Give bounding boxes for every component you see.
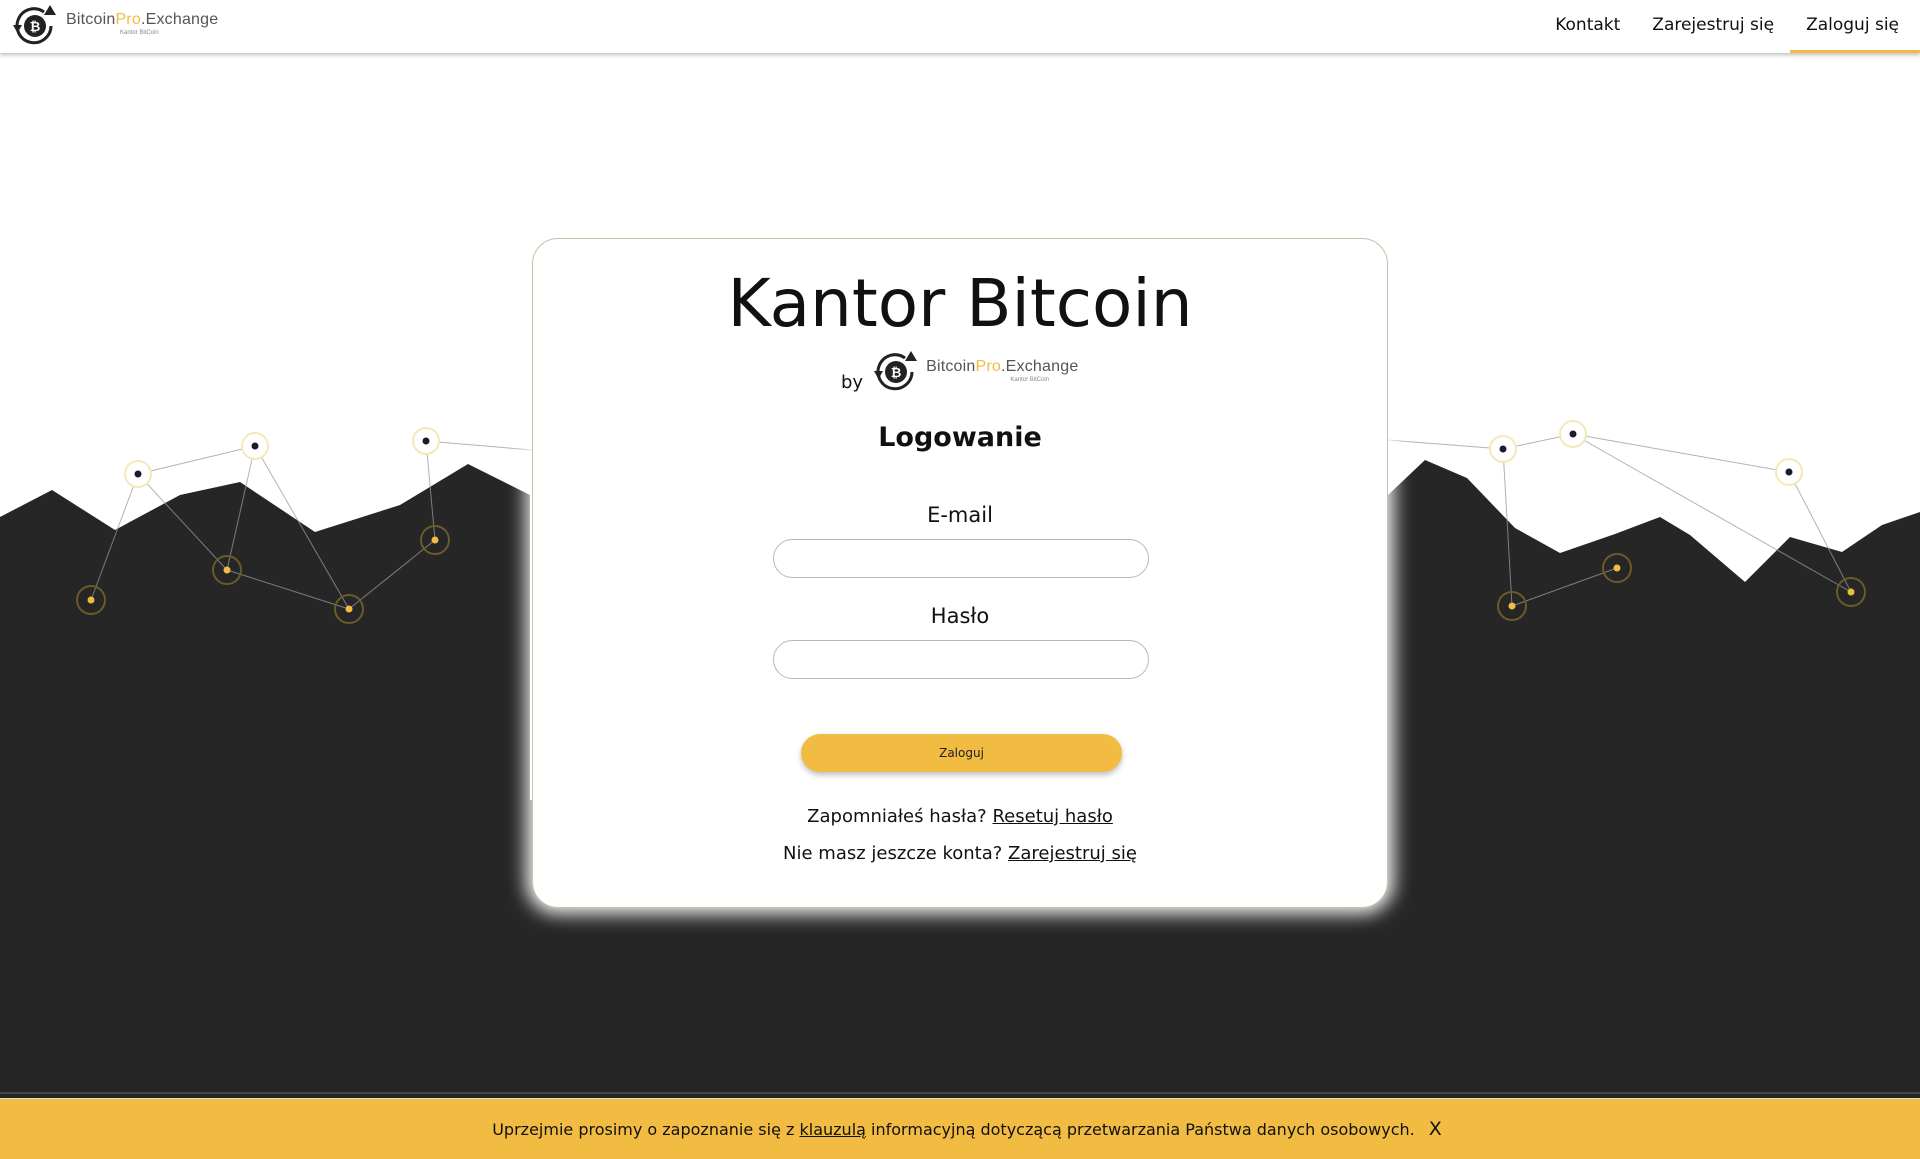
cookie-text-after: informacyjną dotyczącą przetwarzania Pań… bbox=[871, 1119, 1415, 1139]
bitcoin-exchange-logo-icon: ₿ bbox=[874, 351, 918, 391]
login-card: Kantor Bitcoin by ₿ BitcoinPro.Exchange … bbox=[532, 238, 1388, 908]
cookie-text-before: Uprzejmie prosimy o zapoznanie się z bbox=[492, 1119, 795, 1139]
register-line: Nie masz jeszcze konta? Zarejestruj się bbox=[533, 843, 1387, 864]
forgot-password-text: Zapomniałeś hasła? bbox=[807, 806, 987, 827]
by-brand-row: by ₿ BitcoinPro.Exchange Kantor BitCoin bbox=[841, 349, 1078, 395]
top-header: ₿ BitcoinPro.Exchange Kantor BitCoin Kon… bbox=[0, 0, 1920, 53]
email-field[interactable] bbox=[773, 539, 1149, 578]
brand-name-part1: Bitcoin bbox=[66, 11, 116, 28]
brand-name-part3: .Exchange bbox=[140, 11, 219, 28]
bitcoin-exchange-logo-icon: ₿ bbox=[13, 5, 56, 45]
close-cookie-button[interactable]: X bbox=[1429, 1118, 1442, 1140]
site-logo[interactable]: ₿ BitcoinPro.Exchange Kantor BitCoin bbox=[10, 3, 218, 49]
login-button[interactable]: Zaloguj bbox=[801, 734, 1122, 772]
form-title: Logowanie bbox=[878, 422, 1042, 453]
nav-link-login[interactable]: Zaloguj się bbox=[1790, 0, 1920, 53]
forgot-password-line: Zapomniałeś hasła? Resetuj hasło bbox=[533, 806, 1387, 827]
reset-password-link[interactable]: Resetuj hasło bbox=[992, 806, 1112, 827]
email-label: E-mail bbox=[927, 503, 993, 527]
brand-name-part2: Pro bbox=[975, 358, 1002, 375]
brand-tagline: Kantor BitCoin bbox=[1010, 377, 1050, 383]
by-label: by bbox=[841, 372, 864, 393]
page-title: Kantor Bitcoin bbox=[727, 265, 1193, 342]
register-text: Nie masz jeszcze konta? bbox=[783, 843, 1003, 864]
brand-tagline: Kantor BitCoin bbox=[120, 30, 159, 36]
nav-link-kontakt[interactable]: Kontakt bbox=[1539, 0, 1636, 53]
brand-name-part1: Bitcoin bbox=[926, 358, 976, 375]
nav-link-register[interactable]: Zarejestruj się bbox=[1636, 0, 1790, 53]
svg-text:₿: ₿ bbox=[891, 366, 902, 381]
brand-name-part3: .Exchange bbox=[1001, 358, 1079, 375]
brand-name-part2: Pro bbox=[115, 11, 141, 28]
card-brand-logo: ₿ BitcoinPro.Exchange Kantor BitCoin bbox=[871, 349, 1078, 395]
svg-text:₿: ₿ bbox=[30, 20, 41, 35]
privacy-clause-link[interactable]: klauzulą bbox=[800, 1120, 866, 1139]
password-label: Hasło bbox=[930, 604, 990, 628]
cookie-message: Uprzejmie prosimy o zapoznanie się z kla… bbox=[492, 1120, 1415, 1139]
password-field[interactable] bbox=[773, 640, 1149, 679]
register-link[interactable]: Zarejestruj się bbox=[1008, 843, 1137, 864]
cookie-consent-bar: Uprzejmie prosimy o zapoznanie się z kla… bbox=[0, 1098, 1920, 1159]
main-nav: Kontakt Zarejestruj się Zaloguj się bbox=[1539, 0, 1920, 53]
